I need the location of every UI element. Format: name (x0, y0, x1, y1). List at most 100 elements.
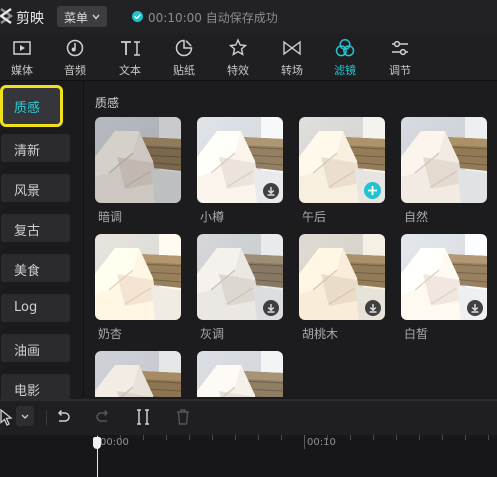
tab-audio-label: 音频 (64, 64, 86, 77)
filter-name: 白皙 (404, 327, 429, 341)
cursor-mode-dropdown[interactable] (16, 406, 34, 426)
tab-media-label: 媒体 (11, 64, 33, 77)
download-icon[interactable] (263, 300, 279, 316)
ruler-tick (258, 435, 259, 440)
category-item[interactable]: 质感 (0, 85, 63, 127)
category-item[interactable]: 清新 (1, 134, 70, 162)
filter-card[interactable]: 灰调 (197, 234, 283, 341)
capcut-logo-icon (0, 8, 14, 24)
tab-text-label: 文本 (119, 64, 141, 77)
title-bar: 剪映 菜单 00:10:00 自动保存成功 (0, 0, 497, 33)
filter-thumbnail[interactable] (95, 117, 181, 203)
time-label: 00:10 (307, 437, 336, 448)
adjust-icon (392, 40, 408, 56)
filter-thumbnail[interactable] (401, 234, 487, 320)
ruler-tick (373, 435, 374, 440)
tab-adjust-label: 调节 (389, 64, 411, 77)
filter-icon (335, 38, 355, 57)
ruler-tick (465, 435, 466, 440)
filter-card[interactable]: 自然 (401, 117, 487, 224)
ruler-tick (419, 435, 420, 440)
menu-button[interactable]: 菜单 (57, 6, 107, 27)
ruler-tick (235, 435, 236, 440)
filter-card[interactable] (95, 351, 181, 397)
timeline-ruler: 00:00 00:10 (0, 435, 497, 477)
tab-filter[interactable]: 滤镜 (325, 33, 365, 80)
app-name: 剪映 (16, 11, 44, 27)
filter-card[interactable]: 午后 (299, 117, 385, 224)
time-label: 00:00 (100, 437, 129, 448)
tab-adjust[interactable]: 调节 (380, 33, 420, 80)
ruler-tick (396, 435, 397, 440)
effects-icon (228, 38, 248, 56)
timeline-toolbar (0, 399, 497, 435)
filter-thumbnail[interactable] (95, 234, 181, 320)
ruler-tick (304, 435, 305, 449)
filter-card[interactable]: 暗调 (95, 117, 181, 224)
filter-thumbnail[interactable] (299, 234, 385, 320)
filter-card[interactable]: 胡桃木 (299, 234, 385, 341)
sticker-icon (175, 39, 193, 57)
filter-grid: 质感 暗调 小樽 午后 自然 奶杏 灰调 胡桃木 白皙 (84, 81, 497, 397)
category-item[interactable]: 风景 (1, 174, 70, 202)
tab-sticker-label: 贴纸 (173, 64, 195, 77)
media-icon (13, 41, 31, 55)
playhead-handle[interactable] (93, 437, 101, 449)
add-icon[interactable] (364, 182, 381, 199)
filter-name: 奶杏 (98, 327, 123, 341)
ruler-tick (189, 435, 190, 440)
audio-icon (66, 39, 84, 57)
text-icon (121, 41, 140, 56)
redo-icon (96, 409, 109, 422)
tab-effects-label: 特效 (227, 64, 249, 77)
chevron-down-icon (92, 14, 100, 20)
split-icon[interactable] (136, 409, 150, 425)
filter-thumbnail[interactable] (197, 117, 283, 203)
undo-icon[interactable] (55, 409, 71, 425)
section-title: 质感 (95, 96, 120, 110)
filter-card[interactable] (197, 351, 283, 397)
ruler-tick (212, 435, 213, 440)
filter-thumbnail[interactable] (401, 117, 487, 203)
category-item[interactable]: 复古 (1, 214, 70, 242)
ruler-tick (350, 435, 351, 440)
tab-text[interactable]: 文本 (110, 33, 150, 80)
tab-media[interactable]: 媒体 (2, 33, 42, 80)
tab-transition[interactable]: 转场 (272, 33, 312, 80)
filter-thumbnail[interactable] (197, 234, 283, 320)
ruler-tick (143, 435, 144, 440)
category-item[interactable]: Log (1, 294, 70, 322)
download-icon[interactable] (365, 300, 381, 316)
select-cursor-icon[interactable] (0, 408, 14, 426)
filter-name: 小樽 (200, 210, 225, 224)
tab-sticker[interactable]: 贴纸 (164, 33, 204, 80)
tab-effects[interactable]: 特效 (218, 33, 258, 80)
filter-card[interactable]: 小樽 (197, 117, 283, 224)
filter-thumbnail[interactable] (299, 117, 385, 203)
menu-button-label: 菜单 (64, 11, 89, 25)
tab-audio[interactable]: 音频 (55, 33, 95, 80)
tab-transition-label: 转场 (281, 64, 303, 77)
ruler-tick (281, 435, 282, 440)
filter-name: 灰调 (200, 327, 225, 341)
delete-icon (177, 409, 189, 425)
tab-filter-label: 滤镜 (334, 64, 356, 77)
category-item[interactable]: 电影 (1, 374, 70, 402)
download-icon[interactable] (467, 300, 483, 316)
filter-name: 暗调 (98, 210, 123, 224)
filter-name: 胡桃木 (302, 327, 339, 341)
toolbar-separator (46, 410, 47, 426)
filter-thumbnail[interactable] (95, 351, 181, 397)
filter-name: 午后 (302, 210, 327, 224)
category-item[interactable]: 美食 (1, 254, 70, 282)
filter-card[interactable]: 奶杏 (95, 234, 181, 341)
filter-card[interactable]: 白皙 (401, 234, 487, 341)
filter-thumbnail[interactable] (197, 351, 283, 397)
filter-category-list: 质感 清新 风景 复古 美食 Log 油画 电影 (0, 81, 83, 402)
category-item[interactable]: 油画 (1, 334, 70, 362)
ruler-tick (442, 435, 443, 440)
transition-icon (283, 40, 301, 56)
ruler-tick (488, 435, 489, 440)
autosave-check-icon (132, 11, 143, 22)
download-icon[interactable] (263, 183, 279, 199)
